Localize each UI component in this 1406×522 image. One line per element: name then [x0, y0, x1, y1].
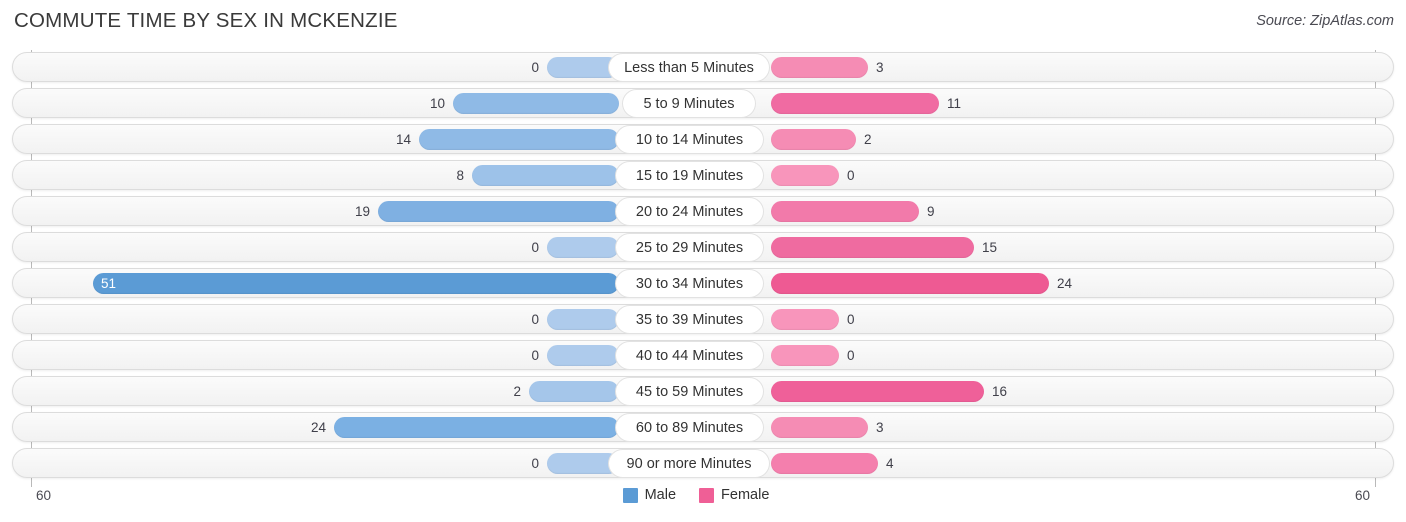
value-label-female: 0 — [847, 168, 855, 183]
bar-row[interactable]: 90 or more Minutes 0 4 — [12, 448, 1394, 478]
value-label-female: 4 — [886, 456, 894, 471]
bar-female[interactable] — [771, 417, 868, 438]
category-label-pill: 35 to 39 Minutes — [616, 306, 763, 333]
legend-item-male[interactable]: Male — [622, 487, 677, 503]
bar-male[interactable] — [378, 201, 619, 222]
bar-female[interactable] — [771, 57, 868, 78]
category-label-pill: 30 to 34 Minutes — [616, 270, 763, 297]
value-label-male: 0 — [531, 240, 539, 255]
bar-row[interactable]: 15 to 19 Minutes 8 0 — [12, 160, 1394, 190]
value-label-male: 0 — [531, 456, 539, 471]
bar-female[interactable] — [771, 165, 839, 186]
category-label-pill: 40 to 44 Minutes — [616, 342, 763, 369]
bar-male[interactable] — [419, 129, 619, 150]
value-label-male: 51 — [101, 276, 117, 291]
value-label-female: 3 — [876, 60, 884, 75]
category-label-pill: Less than 5 Minutes — [609, 54, 769, 81]
bar-row[interactable]: 25 to 29 Minutes 0 15 — [12, 232, 1394, 262]
bar-row[interactable]: 20 to 24 Minutes 19 9 — [12, 196, 1394, 226]
category-label-pill: 5 to 9 Minutes — [623, 90, 755, 117]
category-label-pill: 90 or more Minutes — [609, 450, 769, 477]
bar-female[interactable] — [771, 201, 919, 222]
legend-swatch-female-icon — [699, 487, 715, 503]
chart-header: COMMUTE TIME BY SEX IN MCKENZIE Source: … — [0, 0, 1406, 40]
value-label-female: 2 — [864, 132, 872, 147]
bar-female[interactable] — [771, 309, 839, 330]
bar-male[interactable] — [453, 93, 619, 114]
bar-row[interactable]: 35 to 39 Minutes 0 0 — [12, 304, 1394, 334]
bar-female[interactable] — [771, 273, 1049, 294]
value-label-male: 19 — [354, 204, 370, 219]
bar-row[interactable]: Less than 5 Minutes 0 3 — [12, 52, 1394, 82]
value-label-male: 8 — [456, 168, 464, 183]
bar-row-list: Less than 5 Minutes 0 3 5 to 9 Minutes 10 11 1… — [12, 52, 1394, 484]
category-label-pill: 60 to 89 Minutes — [616, 414, 763, 441]
value-label-male: 0 — [531, 312, 539, 327]
bar-female[interactable] — [771, 129, 856, 150]
category-label-pill: 25 to 29 Minutes — [616, 234, 763, 261]
bar-female[interactable] — [771, 381, 984, 402]
value-label-female: 0 — [847, 312, 855, 327]
page-title: COMMUTE TIME BY SEX IN MCKENZIE — [14, 9, 398, 32]
legend-item-female[interactable]: Female — [699, 487, 769, 503]
value-label-male: 24 — [310, 420, 326, 435]
category-label-pill: 20 to 24 Minutes — [616, 198, 763, 225]
value-label-female: 24 — [1057, 276, 1073, 291]
bar-row[interactable]: 45 to 59 Minutes 2 16 — [12, 376, 1394, 406]
bar-male[interactable] — [529, 381, 619, 402]
bar-row[interactable]: 40 to 44 Minutes 0 0 — [12, 340, 1394, 370]
value-label-male: 10 — [429, 96, 445, 111]
bar-female[interactable] — [771, 93, 939, 114]
bar-female[interactable] — [771, 237, 974, 258]
value-label-male: 0 — [531, 348, 539, 363]
legend-label-male: Male — [644, 487, 677, 503]
value-label-female: 16 — [992, 384, 1008, 399]
bar-row[interactable]: 10 to 14 Minutes 14 2 — [12, 124, 1394, 154]
bar-male[interactable] — [93, 273, 619, 294]
bar-female[interactable] — [771, 345, 839, 366]
bar-male[interactable] — [547, 309, 619, 330]
value-label-female: 0 — [847, 348, 855, 363]
bar-male[interactable] — [547, 345, 619, 366]
value-label-female: 3 — [876, 420, 884, 435]
bar-male[interactable] — [334, 417, 619, 438]
value-label-male: 14 — [395, 132, 411, 147]
value-label-male: 0 — [531, 60, 539, 75]
bar-row[interactable]: 5 to 9 Minutes 10 11 — [12, 88, 1394, 118]
chart-plot-area: Less than 5 Minutes 0 3 5 to 9 Minutes 10 11 1… — [0, 40, 1406, 487]
bar-male[interactable] — [472, 165, 619, 186]
bar-row[interactable]: 30 to 34 Minutes 51 24 — [12, 268, 1394, 298]
category-label-pill: 45 to 59 Minutes — [616, 378, 763, 405]
value-label-female: 9 — [927, 204, 935, 219]
value-label-female: 11 — [947, 96, 962, 111]
bar-female[interactable] — [771, 453, 878, 474]
value-label-female: 15 — [982, 240, 998, 255]
legend-swatch-male-icon — [622, 487, 638, 503]
source-attribution: Source: ZipAtlas.com — [1256, 13, 1394, 29]
legend-label-female: Female — [721, 487, 770, 503]
value-label-male: 2 — [513, 384, 521, 399]
chart-legend: Male Female — [0, 487, 1406, 503]
bar-male[interactable] — [547, 237, 619, 258]
category-label-pill: 10 to 14 Minutes — [616, 126, 763, 153]
chart-footer: 60 60 Male Female — [0, 483, 1406, 522]
category-label-pill: 15 to 19 Minutes — [616, 162, 763, 189]
bar-row[interactable]: 60 to 89 Minutes 24 3 — [12, 412, 1394, 442]
